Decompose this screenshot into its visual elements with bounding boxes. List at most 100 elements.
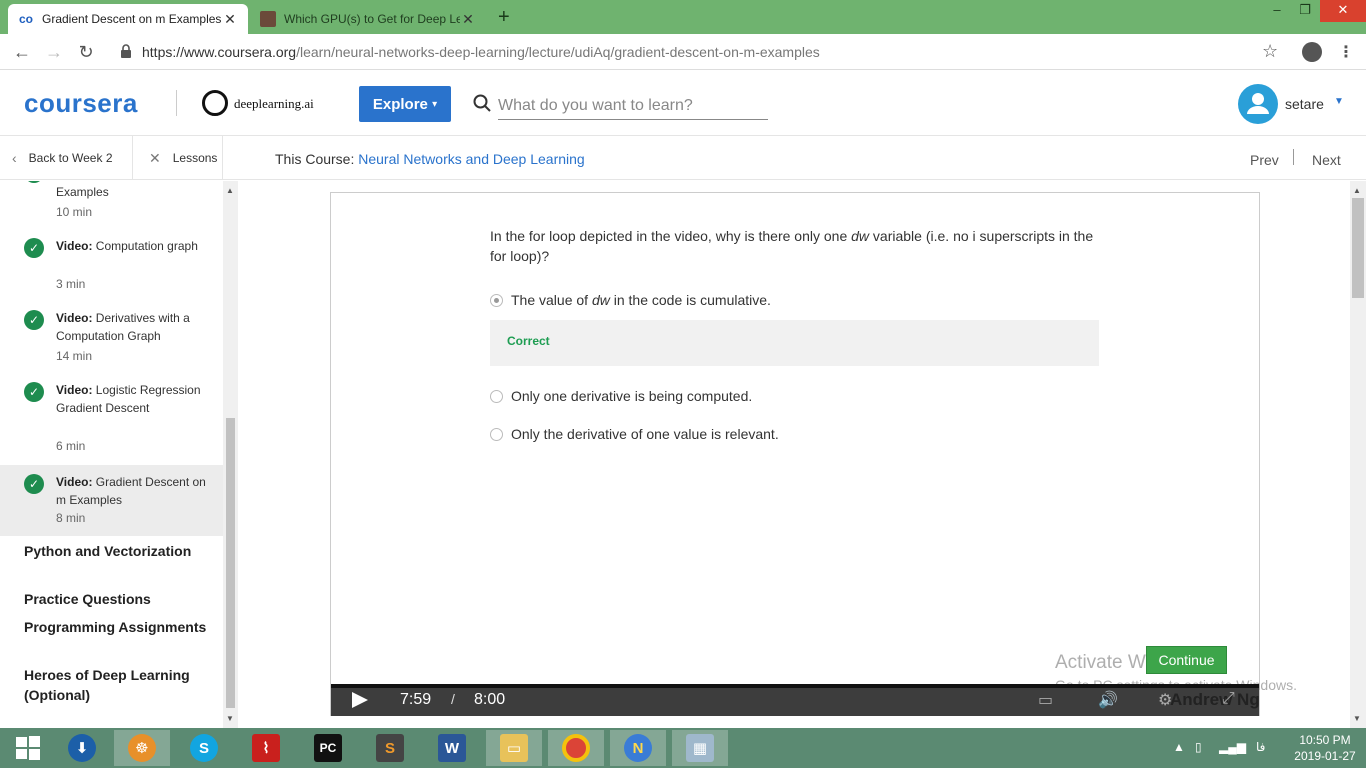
close-tab-icon[interactable]: ✕ [222, 11, 238, 28]
fullscreen-icon[interactable]: ⤢ [1222, 690, 1235, 708]
course-link[interactable]: Neural Networks and Deep Learning [358, 151, 584, 167]
back-arrow-icon[interactable]: ← [10, 40, 34, 64]
forward-arrow-icon[interactable]: → [42, 40, 66, 64]
caret-down-icon[interactable]: ▼ [1334, 96, 1344, 107]
taskbar-app[interactable]: ▭ [486, 730, 542, 766]
browser-account-icon[interactable] [1302, 42, 1322, 62]
browser-toolbar: ← → ↻ https://www.coursera.org/learn/neu… [0, 34, 1366, 70]
taskbar-app-chrome[interactable] [548, 730, 604, 766]
section-link[interactable]: Heroes of Deep Learning (Optional) [24, 665, 214, 705]
lesson-duration: 8 min [56, 511, 86, 525]
next-button[interactable]: Next [1312, 152, 1341, 168]
taskbar-app[interactable]: S [176, 730, 232, 766]
taskbar-app[interactable]: PC [300, 730, 356, 766]
video-quiz-frame [330, 192, 1260, 716]
lesson-duration: 3 min [56, 277, 86, 291]
feedback-label: Correct [507, 334, 550, 348]
username[interactable]: setare [1285, 96, 1324, 112]
browser-menu-icon[interactable]: ⋮ [1338, 42, 1354, 62]
lessons-toggle[interactable]: ✕ Lessons [133, 136, 223, 180]
check-icon: ✓ [24, 181, 44, 183]
quiz-question: In the for loop depicted in the video, w… [490, 228, 1094, 264]
calculator-icon: ▦ [686, 734, 714, 762]
close-tab-icon[interactable]: ✕ [460, 11, 476, 28]
address-bar[interactable]: https://www.coursera.org/learn/neural-ne… [142, 44, 820, 60]
video-duration: 8:00 [474, 691, 506, 708]
list-item[interactable]: ✓ Video: Logistic Regression Gradient De… [0, 373, 223, 463]
clock-date: 2019-01-27 [1294, 749, 1356, 763]
list-item[interactable]: ✓ Video: Computation graph 3 min [0, 229, 223, 299]
continue-button[interactable]: Continue [1146, 646, 1227, 674]
deeplearning-logo-icon [202, 90, 228, 116]
scroll-up-icon[interactable]: ▲ [226, 186, 234, 195]
avatar[interactable] [1238, 84, 1278, 124]
list-item[interactable]: ✓ Examples 10 min [0, 181, 223, 227]
windows-logo-icon [16, 736, 40, 760]
restore-icon[interactable]: ❐ [1290, 0, 1320, 22]
chevron-left-icon: ‹ [12, 150, 17, 166]
play-icon[interactable] [352, 692, 368, 708]
search-icon [473, 94, 491, 112]
site-header: coursera deeplearning.ai Explore ▾ setar… [0, 70, 1366, 136]
quiz-option[interactable]: Only the derivative of one value is rele… [490, 426, 779, 442]
tray-expand-icon[interactable]: ▲ [1173, 740, 1185, 754]
site-favicon-icon [260, 11, 276, 27]
lesson-title: Video: Gradient Descent on m Examples [56, 475, 206, 507]
video-progress-bar[interactable] [331, 684, 1259, 688]
start-button[interactable] [0, 730, 56, 766]
video-overlay-text: Andrew Ng [1170, 690, 1260, 709]
reload-icon[interactable]: ↻ [74, 40, 98, 64]
browser-tab-active[interactable]: co Gradient Descent on m Examples ✕ [8, 4, 248, 34]
sidebar-scroll-thumb[interactable] [226, 418, 235, 708]
page-scroll-thumb[interactable] [1352, 198, 1364, 298]
back-to-week-button[interactable]: ‹ Back to Week 2 [0, 136, 133, 180]
window-close-icon[interactable]: ✕ [1320, 0, 1366, 22]
section-link[interactable]: Python and Vectorization [24, 541, 214, 561]
section-link[interactable]: Practice Questions [24, 589, 214, 609]
subtitles-icon[interactable]: ▭ [1038, 690, 1053, 710]
taskbar-app[interactable]: ☸ [114, 730, 170, 766]
scroll-down-icon[interactable]: ▼ [1353, 714, 1361, 723]
radio-button[interactable] [490, 293, 503, 307]
signal-icon[interactable]: ▂▄▆ [1219, 740, 1246, 754]
taskbar-app[interactable]: S [362, 730, 418, 766]
taskbar-clock[interactable]: 10:50 PM 2019-01-27 [1290, 732, 1360, 764]
pdf-icon: ⌇ [252, 734, 280, 762]
section-link[interactable]: Programming Assignments [24, 617, 214, 637]
minimize-icon[interactable]: – [1262, 0, 1292, 22]
explore-button[interactable]: Explore ▾ [359, 86, 451, 122]
volume-icon[interactable]: 🔊 [1098, 690, 1118, 710]
new-tab-icon[interactable]: + [498, 6, 510, 29]
coursera-logo[interactable]: coursera [24, 88, 138, 119]
browser-tab[interactable]: Which GPU(s) to Get for Deep Le ✕ [250, 4, 486, 34]
battery-icon[interactable]: ▯ [1195, 740, 1202, 754]
bookmark-star-icon[interactable]: ☆ [1262, 41, 1278, 62]
taskbar-app[interactable]: ⌇ [238, 730, 294, 766]
taskbar-app[interactable]: ▦ [672, 730, 728, 766]
close-icon: ✕ [149, 149, 161, 166]
quiz-option[interactable]: The value of dw in the code is cumulativ… [490, 292, 771, 308]
list-item[interactable]: ✓ Video: Derivatives with a Computation … [0, 301, 223, 371]
scroll-down-icon[interactable]: ▼ [226, 714, 234, 723]
list-item-active[interactable]: ✓ Video: Gradient Descent on m Examples … [0, 465, 223, 536]
time-separator: / [451, 691, 455, 707]
divider [1293, 149, 1294, 165]
download-icon: ⬇ [68, 734, 96, 762]
quiz-option[interactable]: Only one derivative is being computed. [490, 388, 752, 404]
course-title: This Course: Neural Networks and Deep Le… [275, 151, 585, 167]
taskbar-app[interactable]: W [424, 730, 480, 766]
explore-label: Explore [372, 95, 428, 113]
pycharm-icon: PC [314, 734, 342, 762]
prev-button[interactable]: Prev [1250, 152, 1279, 168]
language-indicator[interactable]: فا [1256, 740, 1265, 754]
course-prefix: This Course: [275, 151, 355, 167]
current-time: 7:59 [400, 691, 432, 708]
taskbar-app[interactable]: ⬇ [54, 730, 110, 766]
scroll-up-icon[interactable]: ▲ [1353, 186, 1361, 195]
radio-button[interactable] [490, 427, 503, 441]
taskbar-app[interactable]: N [610, 730, 666, 766]
search-input[interactable] [498, 92, 768, 120]
radio-button[interactable] [490, 389, 503, 403]
sublime-icon: S [376, 734, 404, 762]
option-label: Only the derivative of one value is rele… [511, 426, 779, 442]
